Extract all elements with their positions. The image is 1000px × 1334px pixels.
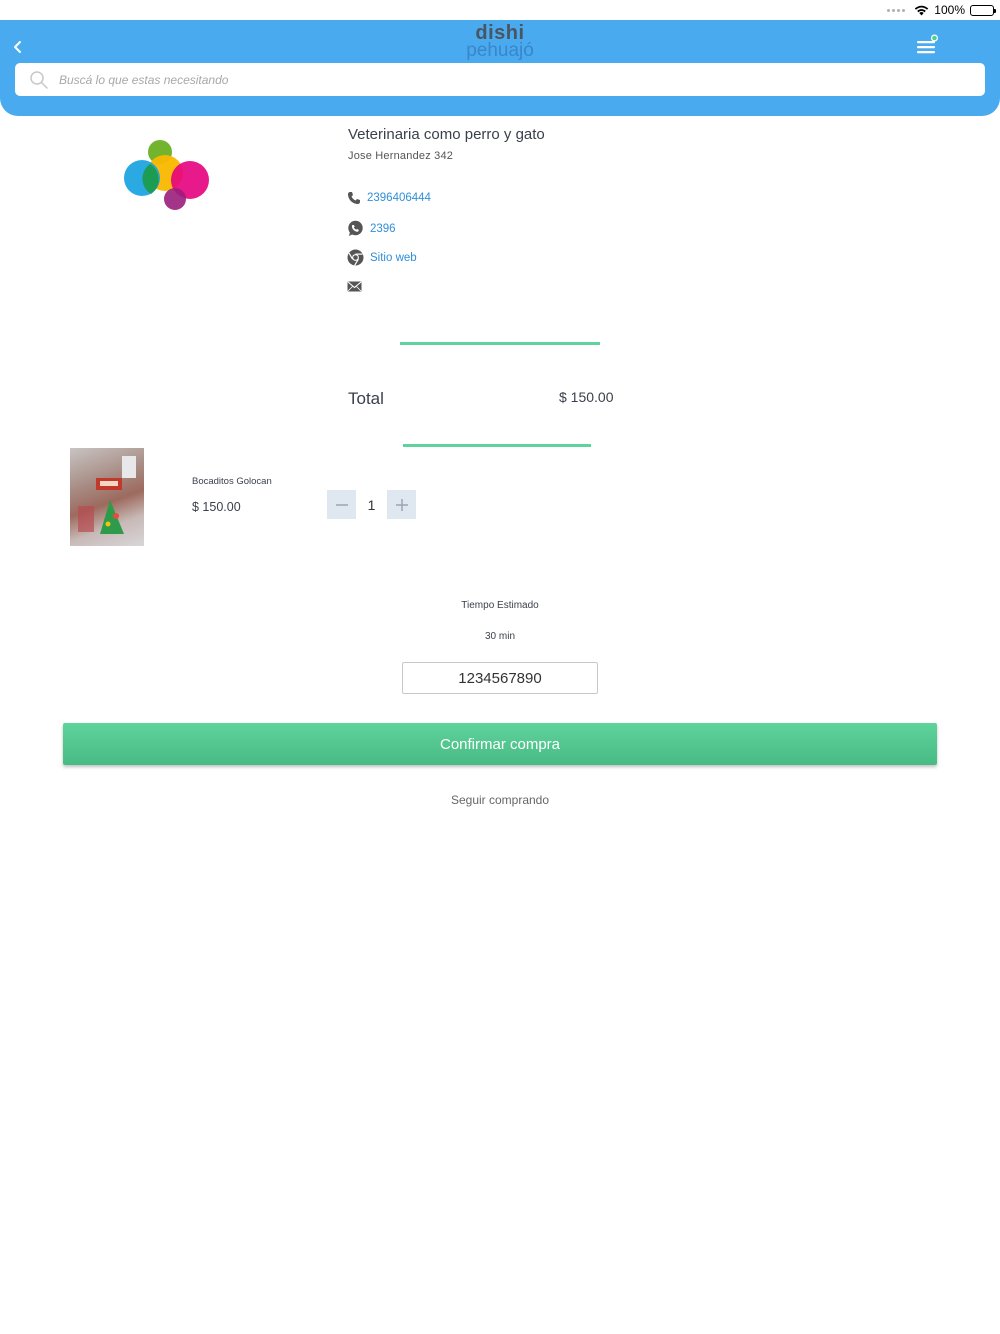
increase-quantity-button[interactable] bbox=[387, 490, 416, 519]
store-whatsapp-link[interactable]: 2396 bbox=[347, 220, 396, 237]
menu-button[interactable] bbox=[916, 34, 940, 56]
status-indicators: 100% bbox=[887, 3, 996, 17]
product-price: $ 150.00 bbox=[192, 500, 241, 514]
store-email-link[interactable] bbox=[347, 281, 362, 292]
total-label: Total bbox=[348, 389, 384, 408]
decrease-quantity-button[interactable] bbox=[327, 490, 356, 519]
wifi-icon bbox=[915, 5, 929, 15]
search-icon bbox=[30, 70, 48, 89]
store-name: Veterinaria como perro y gato bbox=[348, 126, 545, 143]
cellular-signal-icon bbox=[887, 8, 906, 12]
app-header: dishi pehuajó bbox=[0, 20, 1000, 116]
store-address: Jose Hernandez 342 bbox=[348, 150, 454, 162]
logo-text-bottom: pehuajó bbox=[466, 40, 534, 61]
store-whatsapp: 2396 bbox=[370, 222, 396, 235]
battery-icon bbox=[970, 4, 996, 16]
battery-percentage: 100% bbox=[934, 3, 965, 17]
hamburger-menu-icon bbox=[917, 34, 938, 54]
store-phone: 2396406444 bbox=[367, 192, 431, 204]
quantity-stepper: 1 bbox=[327, 490, 416, 519]
continue-shopping-link[interactable]: Seguir comprando bbox=[0, 793, 1000, 807]
total-value: $ 150.00 bbox=[559, 389, 614, 405]
status-bar: 100% bbox=[0, 0, 1000, 20]
confirm-purchase-button[interactable]: Confirmar compra bbox=[63, 723, 937, 765]
store-website-label: Sitio web bbox=[370, 251, 417, 264]
mail-icon bbox=[347, 281, 362, 292]
plus-icon bbox=[395, 498, 408, 511]
store-website-link[interactable]: Sitio web bbox=[347, 249, 417, 266]
phone-icon bbox=[348, 192, 360, 204]
divider-bottom bbox=[403, 444, 591, 447]
store-phone-link[interactable]: 2396406444 bbox=[347, 191, 431, 205]
quantity-value[interactable]: 1 bbox=[356, 490, 387, 519]
chrome-icon bbox=[347, 249, 364, 266]
search-bar bbox=[15, 63, 985, 96]
app-logo: dishi pehuajó bbox=[0, 20, 1000, 60]
phone-number-field[interactable] bbox=[402, 662, 598, 694]
estimated-time-value: 30 min bbox=[484, 631, 515, 642]
minus-icon bbox=[335, 503, 348, 506]
product-name: Bocaditos Golocan bbox=[192, 476, 272, 487]
store-logo bbox=[124, 140, 209, 210]
whatsapp-icon bbox=[348, 220, 363, 236]
divider-top bbox=[400, 342, 600, 345]
product-image bbox=[70, 448, 144, 546]
estimated-time-label: Tiempo Estimado bbox=[461, 600, 539, 611]
search-input[interactable] bbox=[59, 72, 939, 87]
